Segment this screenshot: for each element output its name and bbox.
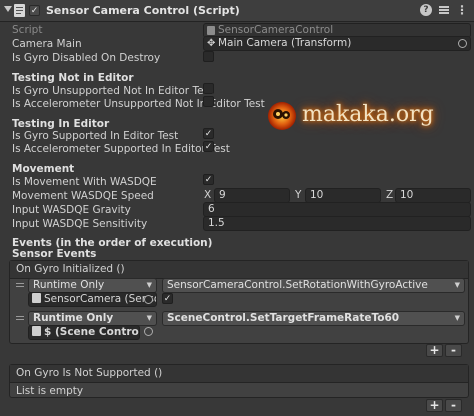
gyro-disabled-checkbox[interactable] — [203, 51, 214, 62]
makaka-logo-icon — [268, 102, 296, 130]
bool-argument-checkbox[interactable]: ✓ — [162, 293, 173, 304]
camera-main-field[interactable]: ✥ Main Camera (Transform) — [203, 36, 471, 51]
help-icon[interactable]: ? — [420, 4, 432, 16]
script-file-icon — [207, 26, 215, 35]
gravity-label: Input WASDQE Gravity — [12, 204, 131, 216]
sensitivity-field[interactable]: 1.5 — [203, 216, 471, 231]
target-object-field[interactable]: $ (Scene Control) — [28, 325, 140, 340]
function-value: SceneControl.SetTargetFrameRateTo60 — [167, 312, 400, 324]
object-picker-icon[interactable] — [458, 39, 467, 48]
accel-supported-checkbox[interactable]: ✓ — [203, 141, 214, 152]
dropdown-arrow-icon: ▼ — [454, 281, 460, 289]
movement-heading: Movement — [12, 163, 75, 175]
on-gyro-not-supported-header: On Gyro Is Not Supported () — [10, 365, 468, 383]
sensor-events-heading: Sensor Events — [12, 248, 97, 260]
accel-unsupported-checkbox[interactable] — [203, 96, 214, 107]
function-value: SensorCameraControl.SetRotationWithGyroA… — [167, 279, 428, 291]
object-picker-icon[interactable] — [144, 295, 153, 304]
camera-main-value: Main Camera (Transform) — [218, 37, 352, 49]
drag-handle-icon[interactable] — [16, 316, 24, 320]
runtime-mode-dropdown[interactable]: Runtime Only ▼ — [28, 278, 157, 293]
list-empty-text: List is empty — [16, 385, 84, 397]
transform-icon: ✥ — [207, 38, 216, 49]
watermark-text: makaka.org — [302, 102, 434, 127]
accel-supported-label: Is Accelerometer Supported In Editor Tes… — [12, 143, 230, 155]
on-gyro-not-supported-event: On Gyro Is Not Supported () List is empt… — [9, 364, 469, 398]
function-dropdown[interactable]: SensorCameraControl.SetRotationWithGyroA… — [162, 278, 465, 293]
speed-z-field[interactable]: 10 — [395, 188, 471, 203]
gyro-supported-checkbox[interactable]: ✓ — [203, 128, 214, 139]
camera-main-label: Camera Main — [12, 38, 82, 50]
dropdown-arrow-icon: ▼ — [146, 314, 152, 322]
script-label: Script — [12, 24, 43, 36]
add-listener-button[interactable]: + — [426, 399, 443, 412]
object-picker-icon[interactable] — [144, 327, 153, 336]
on-gyro-not-supported-title: On Gyro Is Not Supported () — [16, 367, 163, 379]
target-object-value: SensorCamera (Sensor Cam — [44, 293, 156, 305]
accel-unsupported-label: Is Accelerometer Unsupported Not In Edit… — [12, 98, 265, 110]
component-title: Sensor Camera Control (Script) — [46, 4, 240, 17]
speed-z-label: Z — [386, 189, 394, 201]
gyro-unsupported-checkbox[interactable] — [203, 83, 214, 94]
gyro-unsupported-label: Is Gyro Unsupported Not In Editor Test — [12, 85, 214, 97]
sensitivity-label: Input WASDQE Sensitivity — [12, 218, 148, 230]
add-listener-button[interactable]: + — [426, 344, 443, 357]
foldout-arrow-icon[interactable] — [4, 6, 12, 12]
gyro-supported-label: Is Gyro Supported In Editor Test — [12, 130, 179, 142]
testing-in-editor-heading: Testing In Editor — [12, 118, 110, 130]
testing-not-in-editor-heading: Testing Not in Editor — [12, 72, 134, 84]
wasdqe-checkbox[interactable]: ✓ — [203, 174, 214, 185]
function-dropdown[interactable]: SceneControl.SetTargetFrameRateTo60 ▼ — [162, 311, 465, 326]
drag-handle-icon[interactable] — [16, 283, 24, 287]
target-object-field[interactable]: SensorCamera (Sensor Cam — [28, 292, 157, 307]
on-gyro-initialized-title: On Gyro Initialized () — [16, 263, 125, 275]
gravity-field[interactable]: 6 — [203, 202, 471, 217]
runtime-mode-dropdown[interactable]: Runtime Only ▼ — [28, 311, 157, 326]
on-gyro-initialized-header: On Gyro Initialized () — [10, 261, 468, 279]
context-menu-icon[interactable]: ⋮ — [456, 3, 468, 17]
on-gyro-initialized-event: On Gyro Initialized () Runtime Only ▼ Se… — [9, 260, 469, 344]
script-file-icon — [32, 293, 41, 303]
runtime-mode-value: Runtime Only — [33, 312, 114, 324]
component-header: ✓ Sensor Camera Control (Script) ? ⋮ — [0, 0, 474, 22]
speed-x-label: X — [204, 189, 212, 201]
script-icon — [14, 4, 25, 17]
speed-y-field[interactable]: 10 — [305, 188, 381, 203]
wasdqe-label: Is Movement With WASDQE — [12, 176, 157, 188]
speed-y-label: Y — [295, 189, 302, 201]
speed-label: Movement WASDQE Speed — [12, 190, 154, 202]
component-enabled-checkbox[interactable]: ✓ — [29, 5, 40, 16]
gyro-disabled-label: Is Gyro Disabled On Destroy — [12, 52, 161, 64]
remove-listener-button[interactable]: - — [445, 344, 462, 357]
speed-x-field[interactable]: 9 — [214, 188, 290, 203]
makaka-logo: makaka.org — [266, 100, 446, 132]
preset-icon[interactable] — [438, 4, 450, 16]
script-file-icon — [32, 326, 41, 336]
dropdown-arrow-icon: ▼ — [454, 314, 460, 322]
script-value: SensorCameraControl — [218, 24, 334, 36]
dropdown-arrow-icon: ▼ — [146, 281, 152, 289]
target-object-value: $ (Scene Control) — [44, 326, 140, 338]
remove-listener-button[interactable]: - — [445, 399, 462, 412]
runtime-mode-value: Runtime Only — [33, 279, 105, 291]
